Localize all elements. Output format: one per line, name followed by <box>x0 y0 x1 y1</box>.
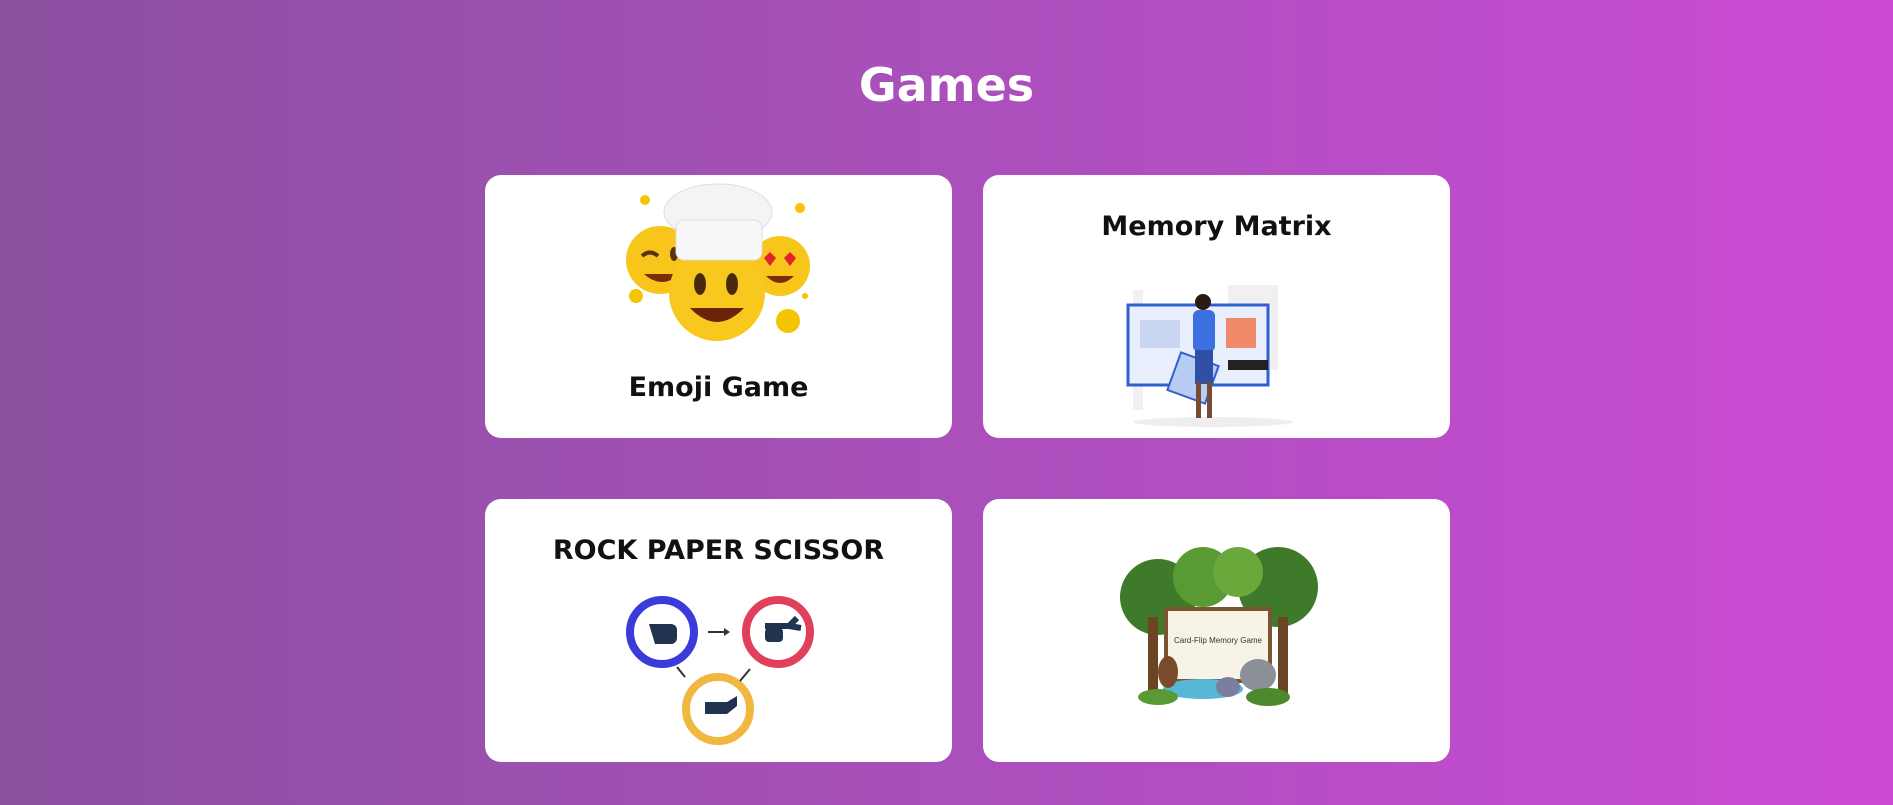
card-flip-memory-game-card[interactable]: Card-Flip Memory Game <box>983 499 1450 762</box>
memory-matrix-card[interactable]: Memory Matrix <box>983 175 1450 438</box>
page-title: Games <box>858 58 1035 112</box>
emoji-faces-icon <box>626 183 810 341</box>
rock-paper-scissor-card[interactable]: ROCK PAPER SCISSOR <box>485 499 952 762</box>
emoji-game-card[interactable]: Emoji Game <box>485 175 952 438</box>
rock-paper-scissor-icon <box>626 596 814 745</box>
card-flip-memory-game-illustration: Card-Flip Memory Game <box>1120 547 1318 706</box>
card-label: ROCK PAPER SCISSOR <box>552 535 885 566</box>
card-label: Emoji Game <box>628 372 809 403</box>
person-at-board-illustration <box>1126 285 1293 427</box>
card-label: Memory Matrix <box>1101 211 1332 242</box>
card-flip-image-text: Card-Flip Memory Game <box>1174 636 1263 645</box>
